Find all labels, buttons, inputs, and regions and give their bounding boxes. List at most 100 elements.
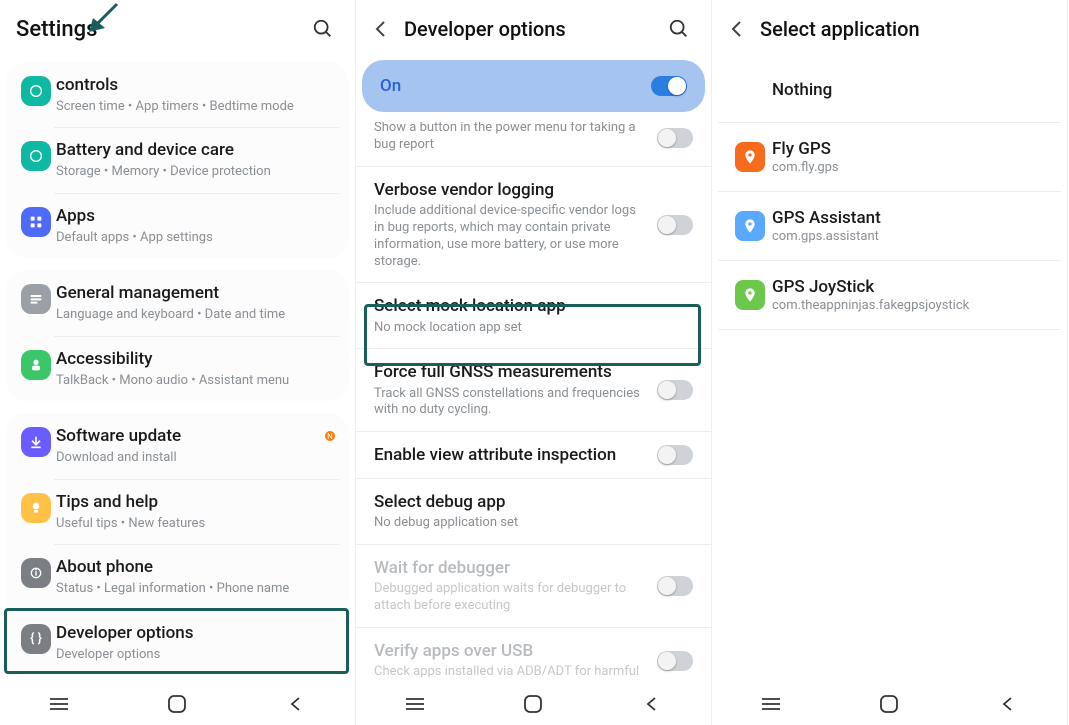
dev-row-title: Select debug app <box>374 491 683 513</box>
back-icon[interactable] <box>372 20 404 38</box>
app-title: GPS JoyStick <box>772 277 1051 297</box>
home-button[interactable] <box>508 689 558 719</box>
nav-bar <box>356 683 711 725</box>
toggle-switch[interactable] <box>657 445 693 465</box>
app-package: com.fly.gps <box>772 160 1051 175</box>
dev-option-row[interactable]: Bug report shortcut Show a button in the… <box>356 122 711 167</box>
settings-row[interactable]: Accessibility TalkBack • Mono audio • As… <box>6 336 349 401</box>
dev-row-sub: Check apps installed via ADB/ADT for har… <box>374 664 647 681</box>
settings-row-sub: Developer options <box>56 646 331 664</box>
dev-on-label: On <box>380 76 651 96</box>
settings-group: controls Screen time • App timers • Bedt… <box>6 62 349 258</box>
update-badge: N <box>325 431 335 441</box>
search-icon[interactable] <box>663 13 695 45</box>
dev-master-switch[interactable] <box>651 76 687 96</box>
dev-option-row[interactable]: Enable view attribute inspection <box>356 432 711 479</box>
selapp-title: Select application <box>760 17 1051 41</box>
settings-list: controls Screen time • App timers • Bedt… <box>0 58 355 683</box>
settings-icon <box>21 558 51 588</box>
app-package: com.theappninjas.fakegpsjoystick <box>772 298 1051 313</box>
settings-row[interactable]: Battery and device care Storage • Memory… <box>6 127 349 192</box>
settings-icon: { } <box>21 624 51 654</box>
dev-row-sub: Track all GNSS constellations and freque… <box>374 386 647 420</box>
settings-row[interactable]: Tips and help Useful tips • New features <box>6 479 349 544</box>
dev-option-row[interactable]: Wait for debugger Debugged application w… <box>356 545 711 628</box>
settings-icon <box>21 76 51 106</box>
dev-option-row[interactable]: Force full GNSS measurements Track all G… <box>356 349 711 432</box>
toggle-switch[interactable] <box>657 651 693 671</box>
settings-row-title: Software update <box>56 425 317 448</box>
app-title: Nothing <box>772 80 1051 100</box>
nav-bar <box>0 683 355 725</box>
dev-option-row[interactable]: Verify apps over USB Check apps installe… <box>356 628 711 683</box>
recents-button[interactable] <box>390 689 440 719</box>
back-icon[interactable] <box>728 20 760 38</box>
settings-row-title: About phone <box>56 556 331 579</box>
dev-row-sub: No mock location app set <box>374 320 683 337</box>
annotation-arrow-icon <box>85 0 125 40</box>
settings-group: General management Language and keyboard… <box>6 270 349 401</box>
back-button[interactable] <box>983 689 1033 719</box>
settings-icon <box>21 141 51 171</box>
dev-row-sub: Show a button in the power menu for taki… <box>374 122 647 154</box>
settings-icon <box>21 350 51 380</box>
home-button[interactable] <box>152 689 202 719</box>
settings-row-sub: Useful tips • New features <box>56 515 331 533</box>
dev-option-row[interactable]: Select debug app No debug application se… <box>356 479 711 545</box>
settings-row[interactable]: { } Developer options Developer options <box>6 610 349 675</box>
settings-row-sub: Storage • Memory • Device protection <box>56 163 331 181</box>
settings-row[interactable]: controls Screen time • App timers • Bedt… <box>6 62 349 127</box>
back-button[interactable] <box>271 689 321 719</box>
dev-row-sub: No debug application set <box>374 515 683 532</box>
toggle-switch[interactable] <box>657 128 693 148</box>
settings-row[interactable]: About phone Status • Legal information •… <box>6 544 349 609</box>
settings-icon <box>21 493 51 523</box>
app-icon <box>735 211 765 241</box>
settings-row-sub: Language and keyboard • Date and time <box>56 306 331 324</box>
toggle-switch[interactable] <box>657 215 693 235</box>
settings-row-title: Accessibility <box>56 348 331 371</box>
back-button[interactable] <box>627 689 677 719</box>
settings-row-title: Battery and device care <box>56 139 331 162</box>
settings-group: Software update Download and install N T… <box>6 413 349 675</box>
app-title: Fly GPS <box>772 139 1051 159</box>
settings-row-title: Apps <box>56 205 331 228</box>
toggle-switch[interactable] <box>657 576 693 596</box>
settings-row-sub: TalkBack • Mono audio • Assistant menu <box>56 372 331 390</box>
settings-row[interactable]: General management Language and keyboard… <box>6 270 349 335</box>
dev-row-title: Verbose vendor logging <box>374 179 647 201</box>
dev-row-title: Enable view attribute inspection <box>374 444 647 466</box>
dev-row-title: Select mock location app <box>374 295 683 317</box>
dev-option-row[interactable]: Select mock location app No mock locatio… <box>356 283 711 349</box>
toggle-switch[interactable] <box>657 380 693 400</box>
developer-options-panel: Developer options On Bug report shortcut… <box>356 0 712 725</box>
search-icon[interactable] <box>307 13 339 45</box>
selapp-header: Select application <box>712 0 1067 58</box>
app-row[interactable]: Nothing <box>718 58 1061 123</box>
dev-row-sub: Include additional device-specific vendo… <box>374 203 647 271</box>
recents-button[interactable] <box>746 689 796 719</box>
dev-row-title: Force full GNSS measurements <box>374 361 647 383</box>
settings-header: Settings <box>0 0 355 58</box>
dev-row-sub: Debugged application waits for debugger … <box>374 581 647 615</box>
settings-row-title: controls <box>56 74 331 97</box>
settings-row[interactable]: Software update Download and install N <box>6 413 349 478</box>
app-row[interactable]: GPS JoyStick com.theappninjas.fakegpsjoy… <box>718 261 1061 330</box>
select-application-panel: Select application Nothing Fly GPS com.f… <box>712 0 1068 725</box>
home-button[interactable] <box>864 689 914 719</box>
dev-master-toggle[interactable]: On <box>362 60 705 112</box>
settings-row-sub: Default apps • App settings <box>56 229 331 247</box>
dev-options-list: Bug report shortcut Show a button in the… <box>356 122 711 683</box>
settings-row-title: General management <box>56 282 331 305</box>
nav-bar <box>712 683 1067 725</box>
settings-row-sub: Screen time • App timers • Bedtime mode <box>56 98 331 116</box>
app-row[interactable]: Fly GPS com.fly.gps <box>718 123 1061 192</box>
settings-icon <box>21 284 51 314</box>
settings-row-title: Developer options <box>56 622 331 645</box>
settings-icon <box>21 427 51 457</box>
recents-button[interactable] <box>34 689 84 719</box>
dev-option-row[interactable]: Verbose vendor logging Include additiona… <box>356 167 711 284</box>
app-package: com.gps.assistant <box>772 229 1051 244</box>
app-row[interactable]: GPS Assistant com.gps.assistant <box>718 192 1061 261</box>
settings-row[interactable]: Apps Default apps • App settings <box>6 193 349 258</box>
